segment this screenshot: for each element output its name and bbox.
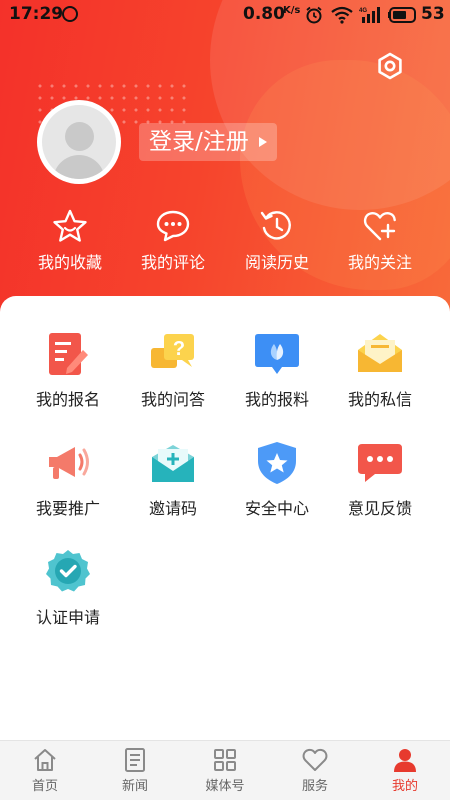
profile-screen: 17:29 0.80 K/s 4G 53 登录/注册 我的收藏 我的评论 阅读历… — [0, 0, 450, 800]
quick-favorites[interactable]: 我的收藏 — [15, 205, 125, 275]
login-register-button[interactable]: 登录/注册 — [139, 123, 277, 161]
play-arrow-icon — [258, 137, 267, 147]
shield-icon — [258, 442, 296, 484]
battery-level: 53 — [421, 4, 445, 24]
service-label: 我要推广 — [35, 499, 100, 518]
service-qa[interactable]: ? 我的问答 — [118, 330, 228, 420]
invite-icon — [152, 445, 194, 482]
quick-following[interactable]: 我的关注 — [325, 205, 435, 275]
quick-label: 阅读历史 — [244, 253, 309, 272]
service-label: 认证申请 — [35, 608, 100, 627]
service-label: 意见反馈 — [347, 499, 412, 518]
status-time: 17:29 — [9, 4, 64, 24]
service-certification[interactable]: 认证申请 — [13, 548, 123, 638]
service-label: 我的报名 — [35, 390, 100, 409]
check-circle-icon — [62, 6, 78, 22]
wifi-icon — [331, 6, 353, 24]
net-speed-unit: K/s — [283, 5, 301, 16]
service-label: 安全中心 — [244, 499, 309, 518]
feedback-icon — [358, 444, 402, 482]
tab-label: 媒体号 — [205, 779, 245, 794]
tab-label: 新闻 — [121, 779, 148, 794]
tab-services[interactable]: 服务 — [270, 747, 360, 799]
service-promote[interactable]: 我要推广 — [13, 439, 123, 529]
history-icon — [260, 211, 291, 240]
megaphone-icon — [49, 447, 89, 479]
signal-icon: 4G — [359, 7, 380, 23]
user-icon — [394, 749, 416, 772]
comment-icon — [156, 210, 190, 242]
tab-label: 服务 — [301, 779, 328, 794]
service-messages[interactable]: 我的私信 — [325, 330, 435, 420]
service-signup[interactable]: 我的报名 — [13, 330, 123, 420]
quick-label: 我的评论 — [140, 253, 205, 272]
avatar[interactable] — [37, 100, 121, 184]
qa-icon: ? — [151, 334, 194, 368]
service-label: 邀请码 — [148, 499, 197, 518]
svg-text:?: ? — [173, 338, 185, 360]
service-icon — [302, 748, 328, 771]
tab-home[interactable]: 首页 — [0, 747, 90, 799]
service-label: 我的报料 — [244, 390, 309, 409]
net-speed: 0.80 — [243, 4, 285, 24]
media-icon — [214, 749, 236, 771]
signup-icon — [49, 333, 88, 375]
service-security[interactable]: 安全中心 — [222, 439, 332, 529]
tab-mine[interactable]: 我的 — [360, 747, 450, 799]
svg-text:4G: 4G — [359, 8, 367, 14]
service-tipoff[interactable]: 我的报料 — [222, 330, 332, 420]
message-icon — [358, 334, 402, 372]
service-label: 我的问答 — [140, 390, 205, 409]
battery-icon — [388, 7, 416, 23]
login-register-label: 登录/注册 — [149, 129, 249, 155]
quick-comments[interactable]: 我的评论 — [118, 205, 228, 275]
certification-icon — [46, 550, 90, 592]
tab-label: 我的 — [391, 779, 418, 794]
heart-plus-icon — [363, 212, 396, 241]
tab-media[interactable]: 媒体号 — [180, 747, 270, 799]
tab-news[interactable]: 新闻 — [90, 747, 180, 799]
quick-label: 我的关注 — [347, 253, 412, 272]
services-card: 我的报名 ? 我的问答 我的报料 我的私信 我要推广 邀请码 安全中心 意见反馈… — [0, 296, 450, 740]
alarm-icon — [306, 6, 322, 24]
profile-header: 17:29 0.80 K/s 4G 53 登录/注册 我的收藏 我的评论 阅读历… — [0, 0, 450, 330]
service-invite-code[interactable]: 邀请码 — [118, 439, 228, 529]
quick-history[interactable]: 阅读历史 — [222, 205, 332, 275]
service-label: 我的私信 — [347, 390, 412, 409]
avatar-placeholder-icon — [42, 105, 116, 179]
service-feedback[interactable]: 意见反馈 — [325, 439, 435, 529]
status-bar: 17:29 0.80 K/s 4G 53 — [0, 0, 450, 30]
bottom-tab-bar: 首页 新闻 媒体号 服务 我的 — [0, 740, 450, 800]
quick-label: 我的收藏 — [37, 253, 102, 272]
tipoff-icon — [255, 334, 299, 374]
settings-icon[interactable] — [376, 52, 404, 80]
news-icon — [125, 748, 145, 772]
star-icon — [53, 209, 87, 242]
home-icon — [34, 749, 56, 771]
tab-label: 首页 — [31, 779, 58, 794]
